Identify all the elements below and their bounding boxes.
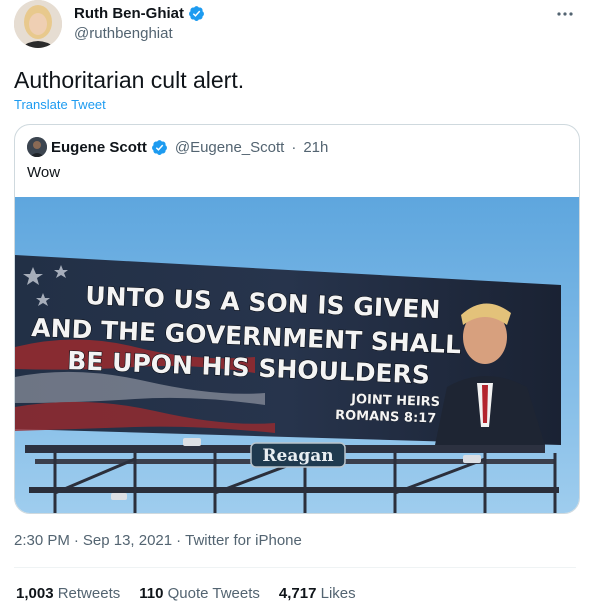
translate-tweet-link[interactable]: Translate Tweet bbox=[14, 97, 106, 112]
retweets-label: Retweets bbox=[57, 585, 121, 602]
tweet-text: Authoritarian cult alert. bbox=[14, 67, 245, 93]
likes-stat[interactable]: 4,717 Likes bbox=[279, 585, 356, 602]
more-options-icon[interactable] bbox=[554, 4, 576, 24]
retweets-count: 1,003 bbox=[16, 585, 54, 602]
quoted-meta-separator: · bbox=[291, 138, 297, 156]
retweets-stat[interactable]: 1,003 Retweets bbox=[16, 585, 120, 602]
quoted-author-handle[interactable]: @Eugene_Scott bbox=[175, 139, 284, 156]
quoted-tweet-image[interactable]: UNTO US A SON IS GIVEN AND THE GOVERNMEN… bbox=[15, 197, 580, 514]
tweet-time[interactable]: 2:30 PM bbox=[14, 532, 70, 549]
author-avatar[interactable] bbox=[14, 0, 62, 48]
quoted-tweet-card[interactable]: Eugene Scott @Eugene_Scott · 21h Wow UNT… bbox=[14, 124, 580, 514]
likes-label: Likes bbox=[320, 585, 356, 602]
quoted-author-avatar[interactable] bbox=[27, 137, 47, 157]
quoted-verified-badge-icon bbox=[151, 139, 167, 155]
quoted-tweet-age[interactable]: 21h bbox=[303, 139, 328, 156]
tweet-source[interactable]: Twitter for iPhone bbox=[185, 532, 302, 549]
verified-badge-icon bbox=[189, 6, 204, 21]
billboard-ref-1: JOINT HEIRS bbox=[350, 392, 440, 410]
tweet-timestamp: 2:30 PM · Sep 13, 2021 · Twitter for iPh… bbox=[14, 532, 302, 549]
author-handle[interactable]: @ruthbenghiat bbox=[74, 25, 173, 42]
author-display-name[interactable]: Ruth Ben-Ghiat bbox=[74, 5, 205, 22]
quote-tweets-count: 110 bbox=[139, 585, 164, 602]
timestamp-separator-2: · bbox=[176, 532, 182, 549]
quoted-tweet-text: Wow bbox=[27, 164, 61, 181]
tweet-date[interactable]: Sep 13, 2021 bbox=[83, 532, 172, 549]
timestamp-separator-1: · bbox=[73, 532, 79, 549]
quote-tweets-stat[interactable]: 110 Quote Tweets bbox=[139, 585, 260, 602]
billboard-brand: Reagan bbox=[262, 446, 333, 466]
quote-tweets-label: Quote Tweets bbox=[167, 585, 260, 602]
quoted-tweet-header: Eugene Scott @Eugene_Scott · 21h bbox=[27, 137, 328, 157]
author-name-text[interactable]: Ruth Ben-Ghiat bbox=[74, 5, 184, 22]
divider bbox=[14, 567, 576, 568]
quoted-author-name[interactable]: Eugene Scott bbox=[51, 139, 147, 156]
engagement-stats: 1,003 Retweets 110 Quote Tweets 4,717 Li… bbox=[16, 585, 356, 602]
likes-count: 4,717 bbox=[278, 585, 317, 602]
